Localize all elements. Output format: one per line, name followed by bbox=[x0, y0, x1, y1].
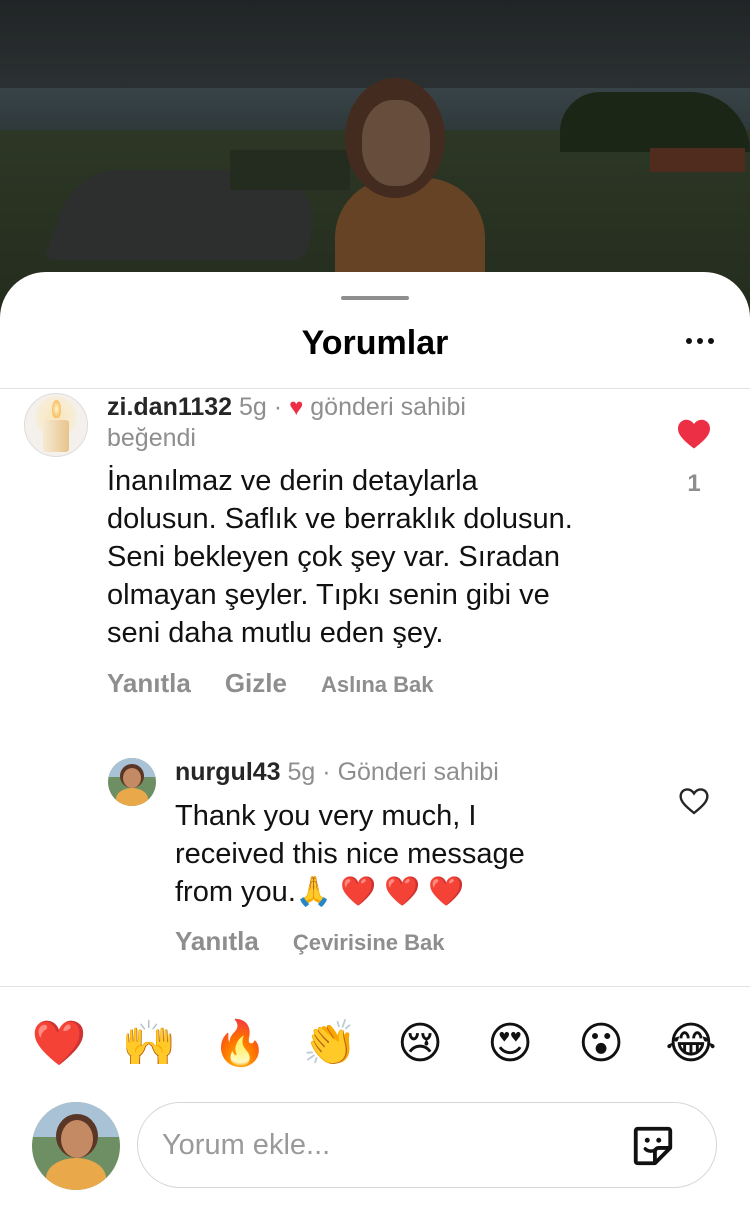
reply-button[interactable]: Yanıtla bbox=[175, 926, 259, 957]
heart-filled-icon[interactable] bbox=[676, 418, 712, 450]
comment-actions: Yanıtla Çevirisine Bak bbox=[175, 926, 444, 957]
hide-button[interactable]: Gizle bbox=[225, 668, 287, 699]
heart-outline-icon[interactable] bbox=[678, 786, 710, 816]
see-original-button[interactable]: Aslına Bak bbox=[321, 672, 434, 698]
header-divider bbox=[0, 388, 750, 389]
comment-time: 5g bbox=[239, 393, 267, 421]
avatar[interactable] bbox=[24, 393, 88, 457]
author-badge: Gönderi sahibi bbox=[337, 758, 499, 786]
liked-by-author-label-line2: beğendi bbox=[107, 424, 196, 452]
comment-meta: zi.dan1132 5g · ♥ gönderi sahibi bbox=[107, 393, 466, 421]
comment-actions: Yanıtla Gizle Aslına Bak bbox=[107, 668, 433, 699]
comment-username[interactable]: zi.dan1132 bbox=[107, 393, 232, 421]
reaction-fire[interactable]: 🔥 bbox=[210, 1014, 270, 1074]
more-options-button[interactable] bbox=[686, 338, 714, 344]
avatar[interactable] bbox=[108, 758, 156, 806]
sticker-icon[interactable] bbox=[630, 1123, 676, 1169]
comment-time: 5g bbox=[287, 758, 316, 786]
more-icon bbox=[686, 338, 692, 344]
reaction-surprised[interactable]: 😮 bbox=[571, 1014, 631, 1074]
reactions-divider bbox=[0, 986, 750, 987]
reply-button[interactable]: Yanıtla bbox=[107, 668, 191, 699]
comment-input[interactable] bbox=[162, 1123, 612, 1167]
comment-text: Thank you very much, I received this nic… bbox=[175, 800, 525, 908]
current-user-avatar bbox=[32, 1102, 120, 1190]
reaction-crying[interactable]: 😢 bbox=[390, 1014, 450, 1074]
sheet-grabber[interactable] bbox=[341, 296, 409, 300]
reaction-clap[interactable]: 👏 bbox=[300, 1014, 360, 1074]
reaction-raised-hands[interactable]: 🙌 bbox=[119, 1014, 179, 1074]
comment-meta: nurgul43 5g · Gönderi sahibi bbox=[175, 758, 499, 786]
liked-by-author-label: gönderi sahibi bbox=[310, 393, 466, 421]
comment-text: İnanılmaz ve derin detaylarla dolusun. S… bbox=[107, 465, 573, 649]
comment-username[interactable]: nurgul43 bbox=[175, 758, 281, 786]
reaction-laughing[interactable]: 😂 bbox=[661, 1014, 721, 1074]
see-translation-button[interactable]: Çevirisine Bak bbox=[293, 930, 445, 956]
like-count: 1 bbox=[687, 470, 701, 497]
quick-reactions-bar: ❤️ 🙌 🔥 👏 😢 😍 😮 😂 bbox=[0, 1014, 750, 1074]
reaction-heart[interactable]: ❤️ bbox=[29, 1014, 89, 1074]
comment-composer bbox=[137, 1102, 717, 1188]
sheet-title: Yorumlar bbox=[301, 324, 449, 362]
heart-filled-icon: ♥ bbox=[289, 394, 304, 421]
reaction-heart-eyes[interactable]: 😍 bbox=[480, 1014, 540, 1074]
